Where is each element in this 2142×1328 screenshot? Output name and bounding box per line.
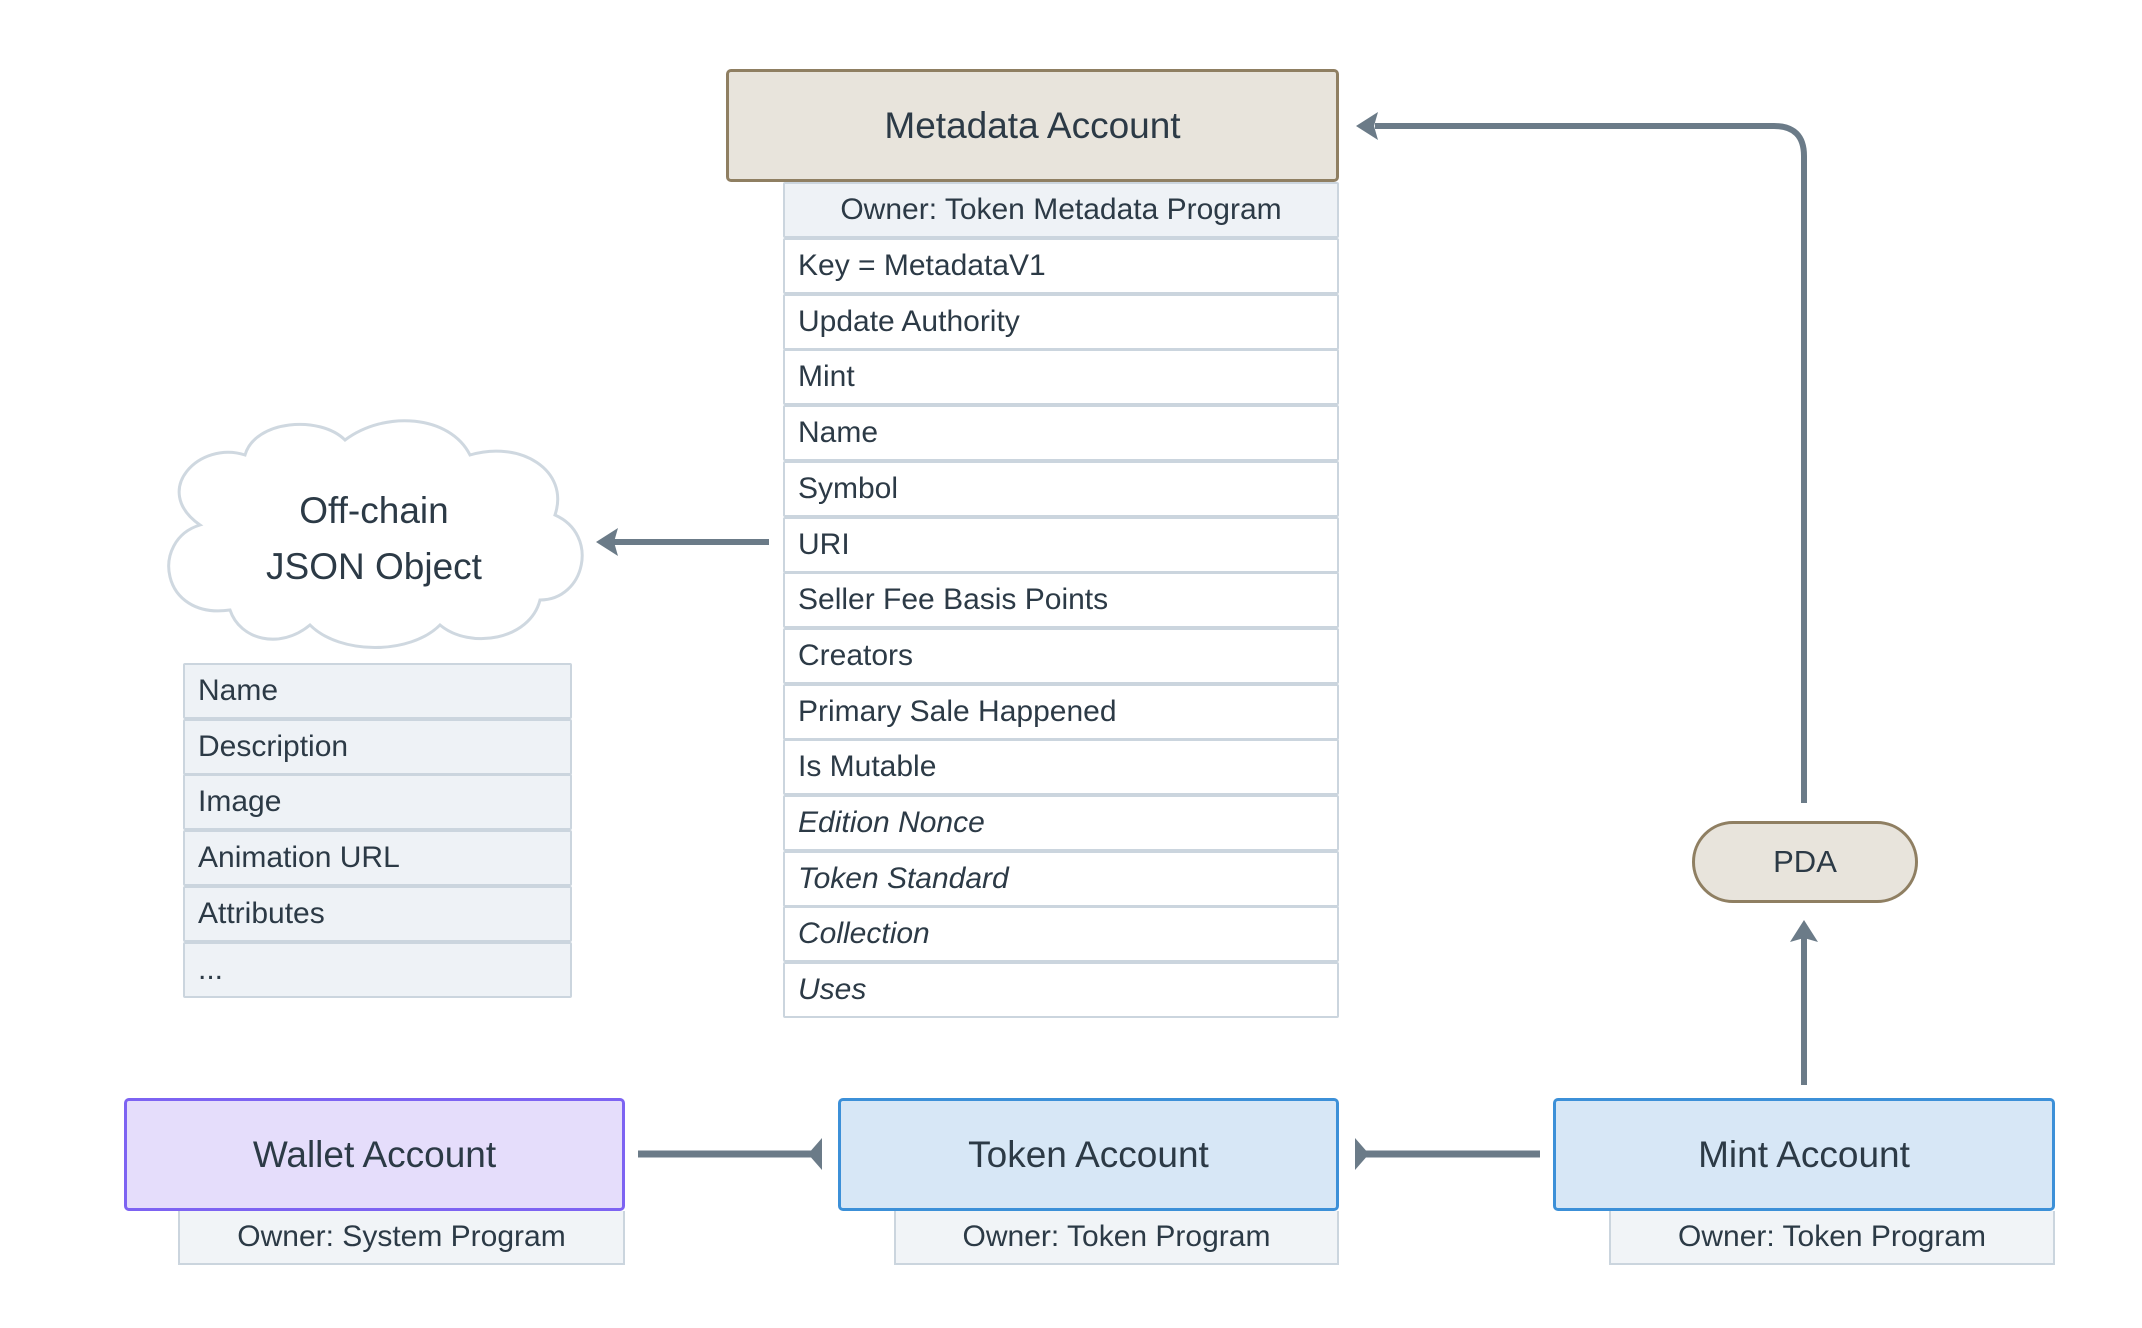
metadata-field-row: Symbol [783, 460, 1339, 517]
offchain-field-row: Attributes [183, 885, 572, 942]
mint-account-box[interactable]: Mint Account [1553, 1098, 2055, 1211]
offchain-field-row: Name [183, 663, 572, 719]
metadata-field-row: Collection [783, 906, 1339, 963]
mint-owner-label: Owner: Token Program [1609, 1211, 2055, 1265]
token-owner-label: Owner: Token Program [894, 1211, 1339, 1265]
wallet-account-box[interactable]: Wallet Account [124, 1098, 625, 1211]
metadata-field-row: Edition Nonce [783, 795, 1339, 851]
pda-node[interactable]: PDA [1692, 821, 1918, 903]
connector-end-icon [1355, 1138, 1369, 1170]
offchain-field-row: Description [183, 718, 572, 775]
token-account-box[interactable]: Token Account [838, 1098, 1339, 1211]
offchain-field-row: Image [183, 774, 572, 831]
offchain-title-line2: JSON Object [266, 546, 482, 587]
metadata-field-row: Primary Sale Happened [783, 683, 1339, 740]
metadata-field-row: Creators [783, 627, 1339, 684]
pda-label: PDA [1773, 844, 1837, 879]
metadata-field-row: Update Authority [783, 293, 1339, 350]
arrowhead-icon [1356, 112, 1378, 140]
offchain-title: Off-chain JSON Object [165, 483, 583, 595]
metadata-account-title: Metadata Account [884, 104, 1181, 146]
wallet-account-title: Wallet Account [252, 1133, 497, 1175]
connector-end-icon [808, 1138, 822, 1170]
metadata-field-row: URI [783, 516, 1339, 573]
offchain-field-row: Animation URL [183, 830, 572, 887]
metadata-field-row: Uses [783, 962, 1339, 1019]
metadata-field-row: Mint [783, 349, 1339, 406]
wallet-owner-label: Owner: System Program [178, 1211, 625, 1265]
metadata-field-row: Is Mutable [783, 739, 1339, 796]
metadata-owner-row: Owner: Token Metadata Program [783, 182, 1339, 238]
metadata-field-row: Name [783, 405, 1339, 462]
offchain-field-row: ... [183, 941, 572, 998]
token-account-title: Token Account [968, 1133, 1209, 1175]
pda-to-metadata-arrow [1375, 123, 1807, 803]
metadata-account-header[interactable]: Metadata Account [726, 69, 1339, 182]
mint-account-title: Mint Account [1698, 1133, 1910, 1175]
metadata-field-row: Token Standard [783, 850, 1339, 907]
metadata-field-row: Seller Fee Basis Points [783, 572, 1339, 629]
offchain-title-line1: Off-chain [299, 490, 449, 531]
metadata-field-row: Key = MetadataV1 [783, 238, 1339, 294]
